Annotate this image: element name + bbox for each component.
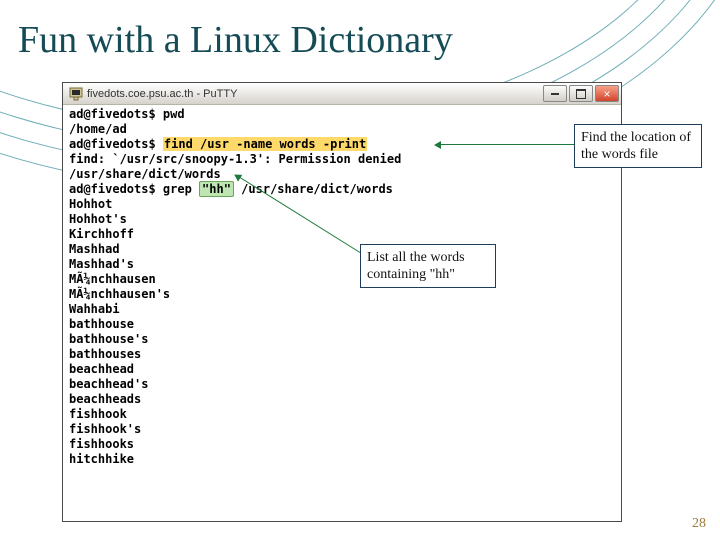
highlight-grep-arg: "hh" bbox=[199, 181, 234, 197]
term-output: Hohhot's bbox=[69, 212, 615, 227]
term-output: Mashhad bbox=[69, 242, 615, 257]
term-line: /usr/share/dict/words bbox=[69, 167, 615, 182]
page-number: 28 bbox=[692, 516, 706, 532]
arrow-to-find bbox=[440, 144, 574, 145]
term-line: ad@fivedots$ grep "hh" /usr/share/dict/w… bbox=[69, 182, 615, 197]
putty-titlebar: fivedots.coe.psu.ac.th - PuTTY bbox=[63, 83, 621, 105]
term-output: MÃ¼nchhausen bbox=[69, 272, 615, 287]
term-output: bathhouses bbox=[69, 347, 615, 362]
term-line: ad@fivedots$ pwd bbox=[69, 107, 615, 122]
term-output: Wahhabi bbox=[69, 302, 615, 317]
term-output: Hohhot bbox=[69, 197, 615, 212]
term-output: MÃ¼nchhausen's bbox=[69, 287, 615, 302]
term-output: fishhook's bbox=[69, 422, 615, 437]
callout-find-location: Find the location of the words file bbox=[574, 124, 702, 168]
term-output: beachheads bbox=[69, 392, 615, 407]
putty-window-title: fivedots.coe.psu.ac.th - PuTTY bbox=[87, 88, 541, 100]
putty-icon bbox=[69, 87, 83, 101]
callout-list-all: List all the words containing "hh" bbox=[360, 244, 496, 288]
term-output: beachhead's bbox=[69, 377, 615, 392]
term-output: beachhead bbox=[69, 362, 615, 377]
slide-title: Fun with a Linux Dictionary bbox=[18, 18, 453, 62]
term-output: Mashhad's bbox=[69, 257, 615, 272]
term-output: fishhook bbox=[69, 407, 615, 422]
window-maximize-button[interactable] bbox=[569, 85, 593, 102]
putty-window: fivedots.coe.psu.ac.th - PuTTY ad@fivedo… bbox=[62, 82, 622, 522]
term-output: fishhooks bbox=[69, 437, 615, 452]
terminal-area[interactable]: ad@fivedots$ pwd /home/ad ad@fivedots$ f… bbox=[63, 105, 621, 521]
term-output: hitchhike bbox=[69, 452, 615, 467]
window-minimize-button[interactable] bbox=[543, 85, 567, 102]
term-line: find: `/usr/src/snoopy-1.3': Permission … bbox=[69, 152, 615, 167]
highlight-find-command: find /usr -name words -print bbox=[163, 137, 367, 151]
term-output: bathhouse bbox=[69, 317, 615, 332]
window-close-button[interactable] bbox=[595, 85, 619, 102]
term-line: /home/ad bbox=[69, 122, 615, 137]
term-output: bathhouse's bbox=[69, 332, 615, 347]
